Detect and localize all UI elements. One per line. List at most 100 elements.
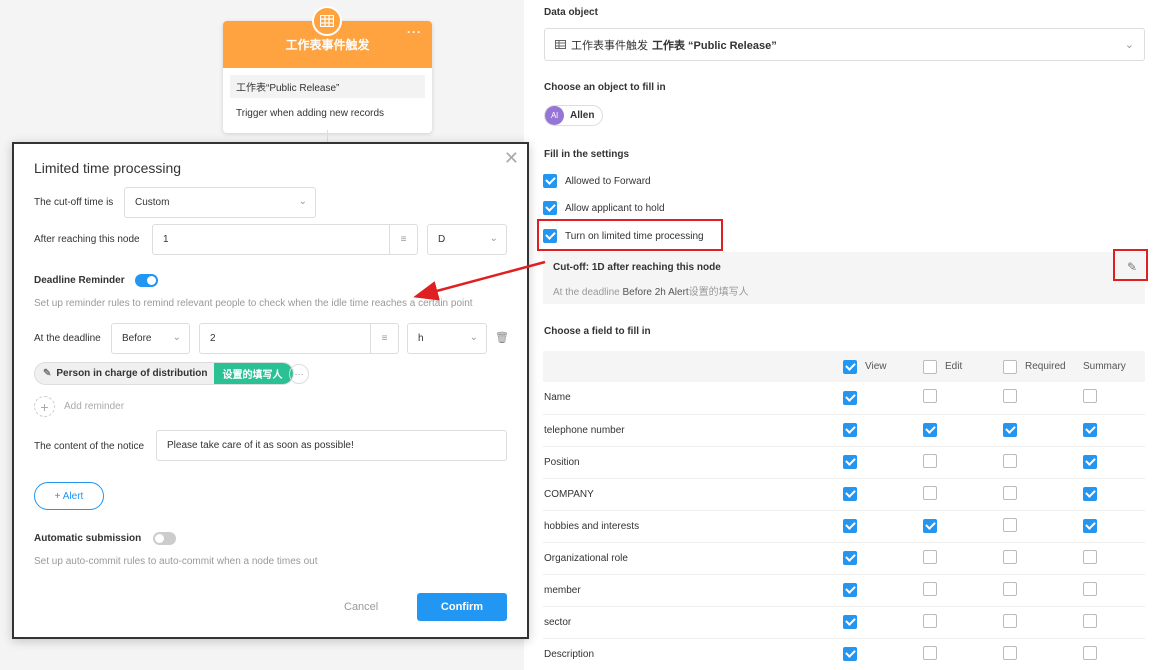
required-checkbox[interactable] bbox=[1003, 517, 1017, 532]
required-checkbox[interactable] bbox=[1003, 613, 1017, 628]
table-row: member bbox=[543, 574, 1145, 607]
summary-checkbox[interactable] bbox=[1083, 645, 1097, 660]
more-icon[interactable]: ··· bbox=[289, 364, 309, 384]
checkbox[interactable] bbox=[543, 201, 557, 215]
person-tag: 设置的填写人 bbox=[213, 363, 293, 384]
plus-icon: + bbox=[34, 396, 55, 417]
deadline-unit: h bbox=[418, 333, 424, 344]
summary-checkbox[interactable] bbox=[1083, 581, 1097, 596]
col-summary: Summary bbox=[1083, 361, 1126, 372]
summary-checkbox[interactable] bbox=[1083, 389, 1097, 404]
edit-checkbox[interactable] bbox=[923, 389, 937, 404]
deadline-value-input[interactable]: 2 ≡ bbox=[199, 323, 399, 354]
required-checkbox[interactable] bbox=[1003, 645, 1017, 660]
edit-checkbox[interactable] bbox=[923, 581, 937, 596]
trigger-node[interactable]: 工作表事件触发 ··· 工作表“Public Release” Trigger … bbox=[223, 21, 432, 133]
after-label: After reaching this node bbox=[34, 234, 140, 245]
summary-checkbox[interactable] bbox=[1083, 613, 1097, 628]
deadline-label: At the deadline bbox=[34, 333, 101, 344]
edit-all-checkbox[interactable] bbox=[923, 359, 937, 374]
cutoff-value: Custom bbox=[135, 197, 170, 208]
required-checkbox[interactable] bbox=[1003, 423, 1017, 437]
view-checkbox[interactable] bbox=[843, 615, 857, 629]
deadline-when-select[interactable]: Before ⌄ bbox=[111, 323, 190, 354]
formula-icon[interactable]: ≡ bbox=[389, 225, 417, 254]
required-checkbox[interactable] bbox=[1003, 549, 1017, 564]
chevron-down-icon: ⌄ bbox=[172, 332, 181, 343]
view-checkbox[interactable] bbox=[843, 647, 857, 661]
required-all-checkbox[interactable] bbox=[1003, 359, 1017, 374]
setting-allow-hold[interactable]: Allow applicant to hold bbox=[543, 201, 665, 215]
confirm-button[interactable]: Confirm bbox=[417, 593, 507, 621]
required-checkbox[interactable] bbox=[1003, 453, 1017, 468]
close-icon[interactable]: ✕ bbox=[504, 148, 519, 169]
add-alert-button[interactable]: + Alert bbox=[34, 482, 104, 510]
auto-submit-toggle[interactable] bbox=[153, 532, 176, 545]
chevron-down-icon: ⌄ bbox=[489, 233, 498, 244]
table-row: Description bbox=[543, 638, 1145, 670]
trash-icon[interactable]: 🗑 bbox=[495, 331, 509, 344]
view-checkbox[interactable] bbox=[843, 583, 857, 597]
required-checkbox[interactable] bbox=[1003, 389, 1017, 404]
setting-label: Allow applicant to hold bbox=[565, 202, 665, 214]
sheet-icon bbox=[555, 40, 566, 49]
after-value: 1 bbox=[163, 234, 169, 245]
reminder-toggle[interactable] bbox=[135, 274, 158, 287]
table-row: sector bbox=[543, 606, 1145, 639]
edit-checkbox[interactable] bbox=[923, 485, 937, 500]
after-unit-select[interactable]: D ⌄ bbox=[427, 224, 507, 255]
view-checkbox[interactable] bbox=[843, 487, 857, 501]
settings-label: Fill in the settings bbox=[544, 149, 630, 160]
cutoff-title: Cut-off: 1D after reaching this node bbox=[553, 262, 721, 273]
setting-label: Allowed to Forward bbox=[565, 175, 651, 187]
after-input[interactable]: 1 ≡ bbox=[152, 224, 418, 255]
node-more-icon[interactable]: ··· bbox=[407, 25, 422, 39]
cancel-button[interactable]: Cancel bbox=[344, 601, 378, 613]
edit-checkbox[interactable] bbox=[923, 519, 937, 533]
edit-checkbox[interactable] bbox=[923, 613, 937, 628]
view-checkbox[interactable] bbox=[843, 455, 857, 469]
edit-checkbox[interactable] bbox=[923, 645, 937, 660]
table-row: telephone number bbox=[543, 414, 1145, 447]
summary-checkbox[interactable] bbox=[1083, 423, 1097, 437]
deadline-unit-select[interactable]: h ⌄ bbox=[407, 323, 487, 354]
auto-label: Automatic submission bbox=[34, 533, 142, 544]
cutoff-select[interactable]: Custom ⌄ bbox=[124, 187, 316, 218]
table-header: View Edit Required Summary bbox=[543, 351, 1145, 382]
data-object-prefix: 工作表事件触发 bbox=[571, 39, 648, 52]
view-checkbox[interactable] bbox=[843, 423, 857, 437]
field-name: Organizational role bbox=[543, 542, 843, 575]
notice-input[interactable]: Please take care of it as soon as possib… bbox=[156, 430, 507, 461]
settings-panel: Data object 工作表事件触发 工作表 “Public Release”… bbox=[524, 0, 1156, 670]
setting-allow-forward[interactable]: Allowed to Forward bbox=[543, 174, 651, 188]
formula-icon[interactable]: ≡ bbox=[370, 324, 398, 353]
person-label-wrap: ✎ Person in charge of distribution bbox=[35, 368, 214, 379]
deadline-when: Before bbox=[122, 333, 152, 344]
required-checkbox[interactable] bbox=[1003, 581, 1017, 596]
summary-checkbox[interactable] bbox=[1083, 487, 1097, 501]
user-chip[interactable]: Al Allen bbox=[544, 105, 604, 126]
table-row: COMPANY bbox=[543, 478, 1145, 511]
highlight-box-edit bbox=[1113, 249, 1148, 281]
node-description: Trigger when adding new records bbox=[236, 108, 385, 119]
add-reminder-button[interactable]: + Add reminder bbox=[34, 396, 124, 417]
reminder-hint: Set up reminder rules to remind relevant… bbox=[34, 298, 473, 309]
view-checkbox[interactable] bbox=[843, 551, 857, 565]
fields-label: Choose a field to fill in bbox=[544, 326, 651, 337]
deadline-value: 2 bbox=[210, 333, 216, 344]
view-all-checkbox[interactable] bbox=[843, 359, 857, 374]
view-checkbox[interactable] bbox=[843, 390, 857, 405]
summary-checkbox[interactable] bbox=[1083, 549, 1097, 564]
data-object-select[interactable]: 工作表事件触发 工作表 “Public Release” ⌄ bbox=[544, 28, 1145, 61]
edit-checkbox[interactable] bbox=[923, 453, 937, 468]
view-checkbox[interactable] bbox=[843, 519, 857, 533]
required-checkbox[interactable] bbox=[1003, 485, 1017, 500]
summary-checkbox[interactable] bbox=[1083, 519, 1097, 533]
notice-value: Please take care of it as soon as possib… bbox=[167, 440, 354, 451]
summary-checkbox[interactable] bbox=[1083, 455, 1097, 469]
person-chip[interactable]: ✎ Person in charge of distribution 设置的填写人 bbox=[34, 362, 294, 385]
cutoff-sub-before: Before bbox=[622, 287, 652, 298]
edit-checkbox[interactable] bbox=[923, 423, 937, 437]
edit-checkbox[interactable] bbox=[923, 549, 937, 564]
checkbox[interactable] bbox=[543, 174, 557, 188]
